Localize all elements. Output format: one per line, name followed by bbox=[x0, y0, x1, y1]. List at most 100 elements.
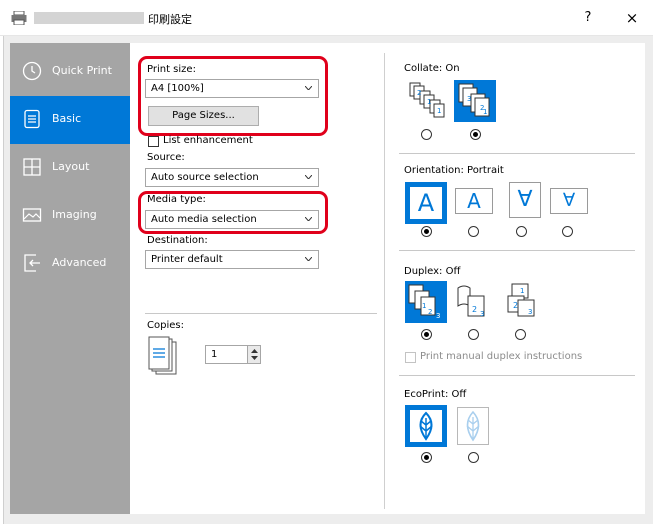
print-size-dropdown[interactable]: A4 [100%] bbox=[145, 79, 319, 98]
leaf-icon bbox=[410, 410, 442, 442]
print-size-label: Print size: bbox=[147, 64, 196, 75]
svg-text:3: 3 bbox=[436, 312, 440, 320]
layout-grid-icon bbox=[23, 158, 41, 176]
list-enhancement-label: List enhancement bbox=[163, 135, 253, 146]
portrait-glyph: A bbox=[410, 187, 442, 219]
sidebar-item-label: Advanced bbox=[52, 256, 107, 269]
sidebar-item-imaging[interactable]: Imaging bbox=[10, 192, 130, 240]
manual-duplex-checkbox[interactable] bbox=[405, 352, 416, 363]
portrait-rotated-glyph: ∀ bbox=[517, 187, 533, 212]
close-button[interactable]: × bbox=[617, 0, 647, 36]
orientation-landscape-rotated-radio[interactable] bbox=[562, 226, 573, 237]
copies-label: Copies: bbox=[147, 320, 184, 331]
duplex-short-edge-radio[interactable] bbox=[515, 329, 526, 340]
title-bar: 印刷設定 ? × bbox=[0, 0, 653, 36]
ecoprint-off-radio[interactable] bbox=[421, 452, 432, 463]
svg-text:1: 1 bbox=[437, 107, 441, 115]
duplex-label: Duplex: Off bbox=[404, 266, 460, 277]
media-type-dropdown[interactable]: Auto media selection bbox=[145, 210, 319, 229]
sidebar-item-advanced[interactable]: Advanced bbox=[10, 240, 130, 288]
orientation-portrait-rotated-option[interactable]: ∀ bbox=[509, 182, 541, 218]
ecoprint-on-option[interactable] bbox=[457, 407, 489, 445]
simplex-pages-icon: 12 3 bbox=[408, 284, 440, 320]
spin-arrows-icon bbox=[251, 349, 258, 360]
svg-text:2: 2 bbox=[513, 301, 518, 310]
advanced-icon bbox=[24, 254, 40, 272]
duplex-off-radio[interactable] bbox=[421, 329, 432, 340]
source-label: Source: bbox=[147, 152, 185, 163]
duplex-long-edge-option[interactable]: 23 bbox=[453, 281, 495, 323]
collate-off-option[interactable]: 211 bbox=[405, 80, 447, 122]
source-value: Auto source selection bbox=[151, 172, 259, 183]
svg-text:1: 1 bbox=[483, 108, 487, 116]
manual-duplex-label: Print manual duplex instructions bbox=[420, 351, 583, 362]
copies-value: 1 bbox=[211, 349, 218, 360]
media-type-label: Media type: bbox=[147, 194, 206, 205]
print-size-value: A4 [100%] bbox=[151, 83, 204, 94]
duplex-short-edge-option[interactable]: 12 3 bbox=[501, 281, 543, 323]
image-icon bbox=[22, 208, 42, 222]
collate-off-radio[interactable] bbox=[421, 129, 432, 140]
orientation-portrait-option[interactable]: A bbox=[405, 182, 447, 224]
orientation-portrait-radio[interactable] bbox=[421, 226, 432, 237]
collate-on-option[interactable]: 321 bbox=[454, 80, 496, 122]
sidebar-item-label: Layout bbox=[52, 160, 90, 173]
svg-text:1: 1 bbox=[427, 98, 431, 106]
orientation-landscape-radio[interactable] bbox=[468, 226, 479, 237]
collated-pages-icon: 321 bbox=[458, 83, 490, 117]
orientation-label: Orientation: Portrait bbox=[404, 165, 504, 176]
collate-state: On bbox=[445, 63, 460, 74]
svg-text:3: 3 bbox=[467, 95, 471, 103]
svg-text:2: 2 bbox=[417, 89, 421, 97]
printer-icon bbox=[11, 11, 27, 25]
destination-dropdown[interactable]: Printer default bbox=[145, 250, 319, 269]
sidebar-item-label: Quick Print bbox=[52, 64, 112, 77]
chevron-down-icon bbox=[305, 217, 312, 221]
landscape-glyph: A bbox=[467, 189, 481, 213]
leaf-light-icon bbox=[466, 410, 480, 442]
clock-icon bbox=[22, 61, 42, 81]
divider bbox=[399, 375, 635, 376]
window-title: 印刷設定 bbox=[148, 13, 192, 26]
uncollated-pages-icon: 211 bbox=[409, 82, 445, 118]
collate-label-text: Collate: bbox=[404, 63, 443, 74]
duplex-off-option[interactable]: 123 bbox=[405, 281, 447, 323]
sidebar-item-basic[interactable]: Basic bbox=[10, 96, 130, 144]
landscape-rotated-glyph: ∀ bbox=[562, 190, 576, 211]
svg-text:2: 2 bbox=[472, 305, 477, 314]
copies-stepper[interactable]: 1 bbox=[205, 345, 261, 364]
svg-text:3: 3 bbox=[528, 308, 532, 316]
ecoprint-off-option[interactable] bbox=[405, 405, 447, 447]
duplex-short-edge-icon: 12 3 bbox=[507, 283, 535, 317]
collate-on-radio[interactable] bbox=[470, 129, 481, 140]
orientation-portrait-rotated-radio[interactable] bbox=[516, 226, 527, 237]
divider bbox=[145, 313, 377, 314]
orientation-landscape-option[interactable]: A bbox=[455, 188, 493, 214]
sidebar-item-quick-print[interactable]: Quick Print bbox=[10, 48, 130, 96]
media-type-value: Auto media selection bbox=[151, 214, 257, 225]
page-sizes-button[interactable]: Page Sizes... bbox=[148, 106, 259, 126]
chevron-down-icon bbox=[305, 175, 312, 179]
help-button[interactable]: ? bbox=[573, 0, 603, 36]
chevron-down-icon bbox=[305, 257, 312, 261]
duplex-long-edge-icon: 23 bbox=[457, 285, 485, 318]
duplex-long-edge-radio[interactable] bbox=[468, 329, 479, 340]
destination-label: Destination: bbox=[147, 235, 208, 246]
sidebar-item-layout[interactable]: Layout bbox=[10, 144, 130, 192]
chevron-down-icon bbox=[305, 86, 312, 90]
divider bbox=[399, 250, 635, 251]
source-dropdown[interactable]: Auto source selection bbox=[145, 168, 319, 187]
sidebar-item-label: Basic bbox=[52, 112, 82, 125]
sidebar: Quick Print Basic Layout Imaging Advance… bbox=[10, 43, 130, 514]
redacted-title-prefix bbox=[34, 12, 144, 24]
duplex-label-text: Duplex: bbox=[404, 266, 443, 277]
copies-icon bbox=[148, 336, 177, 375]
ecoprint-on-radio[interactable] bbox=[468, 452, 479, 463]
svg-text:2: 2 bbox=[428, 308, 432, 316]
list-enhancement-checkbox[interactable] bbox=[148, 136, 159, 147]
ecoprint-label: EcoPrint: Off bbox=[404, 389, 466, 400]
svg-text:1: 1 bbox=[520, 287, 524, 295]
copies-spin-buttons[interactable] bbox=[247, 346, 260, 363]
ecoprint-label-text: EcoPrint: bbox=[404, 389, 449, 400]
orientation-landscape-rotated-option[interactable]: ∀ bbox=[550, 188, 588, 214]
